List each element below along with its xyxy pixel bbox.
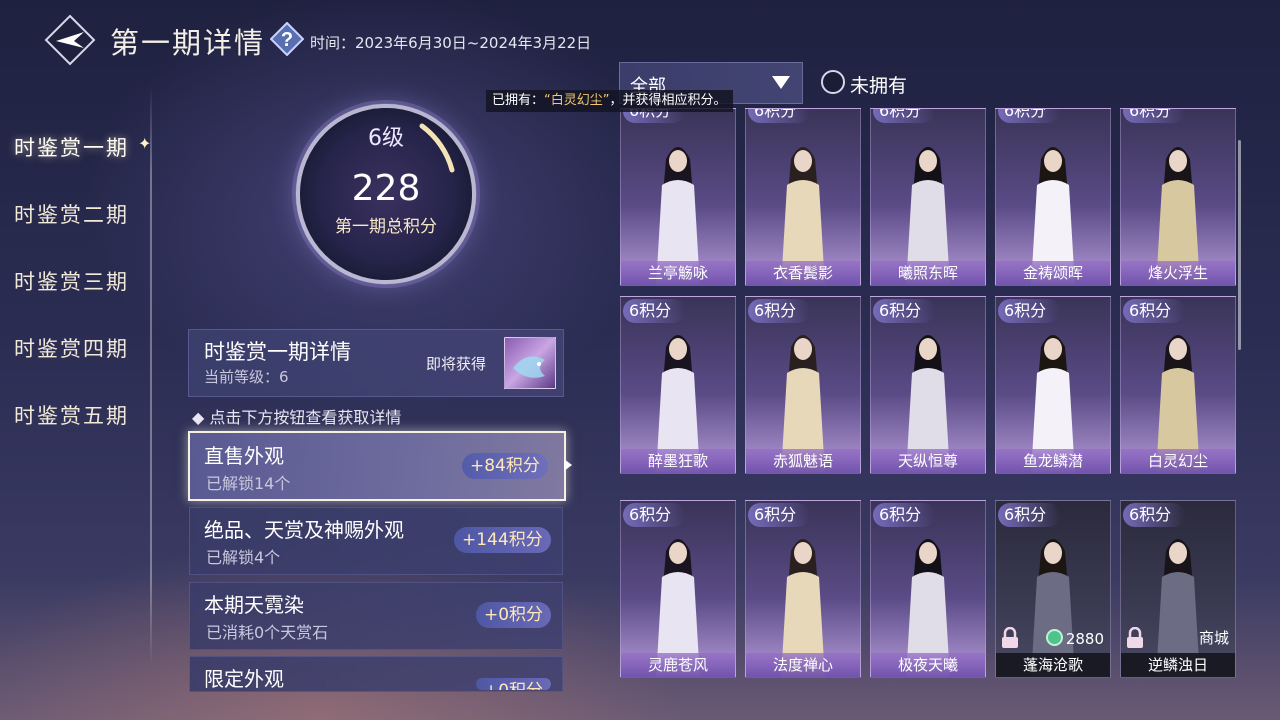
row-title: 限定外观 — [204, 667, 284, 691]
row-title: 绝品、天赏及神赐外观 — [204, 518, 404, 542]
outfit-card[interactable]: 6积分赤狐魅语 — [745, 296, 861, 474]
outfit-card[interactable]: 6积分逆鳞浊日 商城 — [1120, 500, 1236, 678]
outfit-name: 蓬海沧歌 — [996, 653, 1110, 677]
dropdown-arrow-icon — [772, 76, 790, 89]
points-badge: 6积分 — [998, 109, 1061, 123]
upcoming-reward-thumbnail[interactable] — [504, 337, 556, 389]
page-title: 第一期详情 — [110, 26, 266, 60]
back-button[interactable] — [44, 14, 96, 66]
fish-ornament-icon — [513, 356, 545, 378]
row-title: 直售外观 — [204, 444, 284, 468]
points-badge: 6积分 — [1123, 299, 1186, 323]
outfit-name: 逆鳞浊日 — [1121, 653, 1235, 677]
outfit-card[interactable]: 6积分极夜天曦 — [870, 500, 986, 678]
outfit-name: 烽火浮生 — [1121, 261, 1235, 285]
outfit-name: 鱼龙鳞潜 — [996, 449, 1110, 473]
points-badge: 6积分 — [998, 299, 1061, 323]
price-value: 2880 — [1065, 630, 1104, 648]
sparkle-icon: ✦ — [138, 134, 152, 153]
question-mark-icon: ? — [269, 21, 305, 57]
row-subtitle: 已消耗0个天赏石 — [206, 623, 329, 642]
row-points-badge: +0积分 — [476, 602, 552, 628]
outfit-name: 金祷颂晖 — [996, 261, 1110, 285]
outfit-card[interactable]: 6积分衣香鬓影 — [745, 108, 861, 286]
scrollbar[interactable] — [1238, 140, 1241, 350]
row-subtitle: 已解锁14个 — [206, 474, 291, 493]
points-badge: 6积分 — [623, 299, 686, 323]
back-arrow-icon — [44, 14, 96, 66]
points-badge: 6积分 — [1123, 109, 1186, 123]
detail-title: 时鉴赏一期详情 — [204, 340, 351, 364]
nav-item-period-3[interactable]: 时鉴赏三期 — [14, 266, 129, 296]
points-badge: 6积分 — [623, 503, 686, 527]
points-badge: 6积分 — [748, 109, 811, 123]
outfit-card[interactable]: 6积分天纵恒尊 — [870, 296, 986, 474]
points-badge: 6积分 — [873, 503, 936, 527]
points-badge: 6积分 — [1123, 503, 1186, 527]
owned-tooltip: 已拥有：“白灵幻尘”，并获得相应积分。 — [486, 90, 733, 112]
outfit-card[interactable]: 6积分灵鹿苍风 — [620, 500, 736, 678]
level-label: 6级 — [368, 126, 404, 151]
points-badge: 6积分 — [873, 299, 936, 323]
outfit-name: 赤狐魅语 — [746, 449, 860, 473]
outfit-card[interactable]: 6积分金祷颂晖 — [995, 108, 1111, 286]
total-score-label: 第一期总积分 — [335, 217, 437, 237]
unowned-radio[interactable] — [821, 70, 845, 94]
outfit-card[interactable]: 6积分 兰亭觞咏 — [620, 108, 736, 286]
nav-item-period-2[interactable]: 时鉴赏二期 — [14, 199, 129, 229]
tooltip-item: “白灵幻尘” — [544, 93, 610, 108]
unowned-label[interactable]: 未拥有 — [850, 71, 907, 98]
tooltip-prefix: 已拥有： — [492, 93, 545, 108]
price-label: 2880 — [1045, 629, 1104, 648]
outfit-card[interactable]: 6积分曦照东晖 — [870, 108, 986, 286]
outfit-card[interactable]: 6积分法度禅心 — [745, 500, 861, 678]
points-badge: 6积分 — [998, 503, 1061, 527]
row-points-badge: +144积分 — [454, 527, 551, 553]
svg-text:?: ? — [281, 29, 293, 51]
row-points-badge: +84积分 — [462, 453, 548, 479]
hint-text: ◆ 点击下方按钮查看获取详情 — [192, 408, 402, 427]
outfit-name: 醉墨狂歌 — [621, 449, 735, 473]
nav-item-period-1[interactable]: 时鉴赏一期 — [14, 132, 129, 162]
nav-item-period-5[interactable]: 时鉴赏五期 — [14, 400, 129, 430]
row-title: 本期天霓染 — [204, 593, 304, 617]
jade-coin-icon — [1045, 629, 1063, 646]
outfit-name: 曦照东晖 — [871, 261, 985, 285]
outfit-card[interactable]: 6积分鱼龙鳞潜 — [995, 296, 1111, 474]
nav-divider — [150, 86, 152, 666]
time-range: 时间：2023年6月30日~2024年3月22日 — [310, 34, 592, 52]
price-value: 商城 — [1198, 629, 1229, 647]
current-level: 当前等级：6 — [204, 368, 289, 386]
points-badge: 6积分 — [748, 299, 811, 323]
outfit-card[interactable]: 6积分烽火浮生 — [1120, 108, 1236, 286]
price-label: 商城 — [1199, 627, 1229, 648]
selected-arrow-icon — [564, 459, 572, 471]
outfit-name: 白灵幻尘 — [1121, 449, 1235, 473]
nav-item-period-4[interactable]: 时鉴赏四期 — [14, 333, 129, 363]
points-badge: 6积分 — [748, 503, 811, 527]
tooltip-suffix: ，并获得相应积分。 — [609, 93, 727, 108]
outfit-name: 兰亭觞咏 — [621, 261, 735, 285]
outfit-name: 衣香鬓影 — [746, 261, 860, 285]
outfit-card[interactable]: 6积分白灵幻尘 — [1120, 296, 1236, 474]
help-button[interactable]: ? — [269, 21, 305, 57]
row-subtitle: 已解锁4个 — [206, 548, 281, 567]
lock-icon — [1000, 626, 1020, 649]
outfit-name: 灵鹿苍风 — [621, 653, 735, 677]
points-badge: 6积分 — [873, 109, 936, 123]
outfit-name: 极夜天曦 — [871, 653, 985, 677]
outfit-name: 法度禅心 — [746, 653, 860, 677]
outfit-name: 天纵恒尊 — [871, 449, 985, 473]
upcoming-reward-label: 即将获得 — [426, 355, 487, 373]
total-score: 228 — [351, 168, 421, 209]
lock-icon — [1125, 626, 1145, 649]
row-points-badge: +0积分 — [476, 678, 552, 690]
outfit-card[interactable]: 6积分醉墨狂歌 — [620, 296, 736, 474]
outfit-card[interactable]: 6积分蓬海沧歌 2880 — [995, 500, 1111, 678]
